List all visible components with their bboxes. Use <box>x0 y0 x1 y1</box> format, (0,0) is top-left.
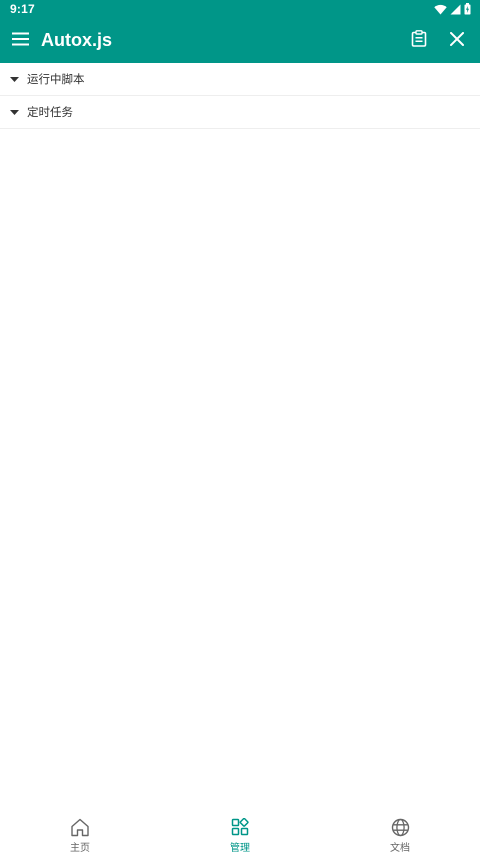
close-icon <box>449 31 465 50</box>
nav-docs[interactable]: 文档 <box>320 807 480 855</box>
close-button[interactable] <box>438 18 476 63</box>
battery-icon <box>464 3 471 15</box>
clipboard-icon <box>411 30 427 51</box>
app-title: Autox.js <box>41 30 113 50</box>
nav-home-label: 主页 <box>70 843 90 854</box>
bottom-navigation: 主页 管理 文档 <box>0 807 480 855</box>
manage-icon <box>230 817 250 837</box>
section-running-scripts[interactable]: 运行中脚本 <box>0 63 480 96</box>
system-icons <box>434 3 471 15</box>
section-label: 定时任务 <box>27 105 73 119</box>
clipboard-button[interactable] <box>400 18 438 63</box>
menu-icon <box>12 31 30 50</box>
task-list: 运行中脚本 定时任务 <box>0 63 480 129</box>
signal-icon <box>450 4 461 15</box>
section-label: 运行中脚本 <box>27 72 85 86</box>
menu-button[interactable] <box>1 18 41 63</box>
caret-down-icon <box>10 108 19 117</box>
app-toolbar: Autox.js <box>0 18 480 63</box>
nav-manage-label: 管理 <box>230 843 250 854</box>
status-time: 9:17 <box>10 2 35 16</box>
nav-home[interactable]: 主页 <box>0 807 160 855</box>
globe-icon <box>390 817 410 837</box>
home-icon <box>70 817 90 837</box>
wifi-icon <box>434 4 447 15</box>
caret-down-icon <box>10 75 19 84</box>
section-scheduled-tasks[interactable]: 定时任务 <box>0 96 480 129</box>
nav-manage[interactable]: 管理 <box>160 807 320 855</box>
status-bar: 9:17 <box>0 0 480 18</box>
nav-docs-label: 文档 <box>390 843 410 854</box>
